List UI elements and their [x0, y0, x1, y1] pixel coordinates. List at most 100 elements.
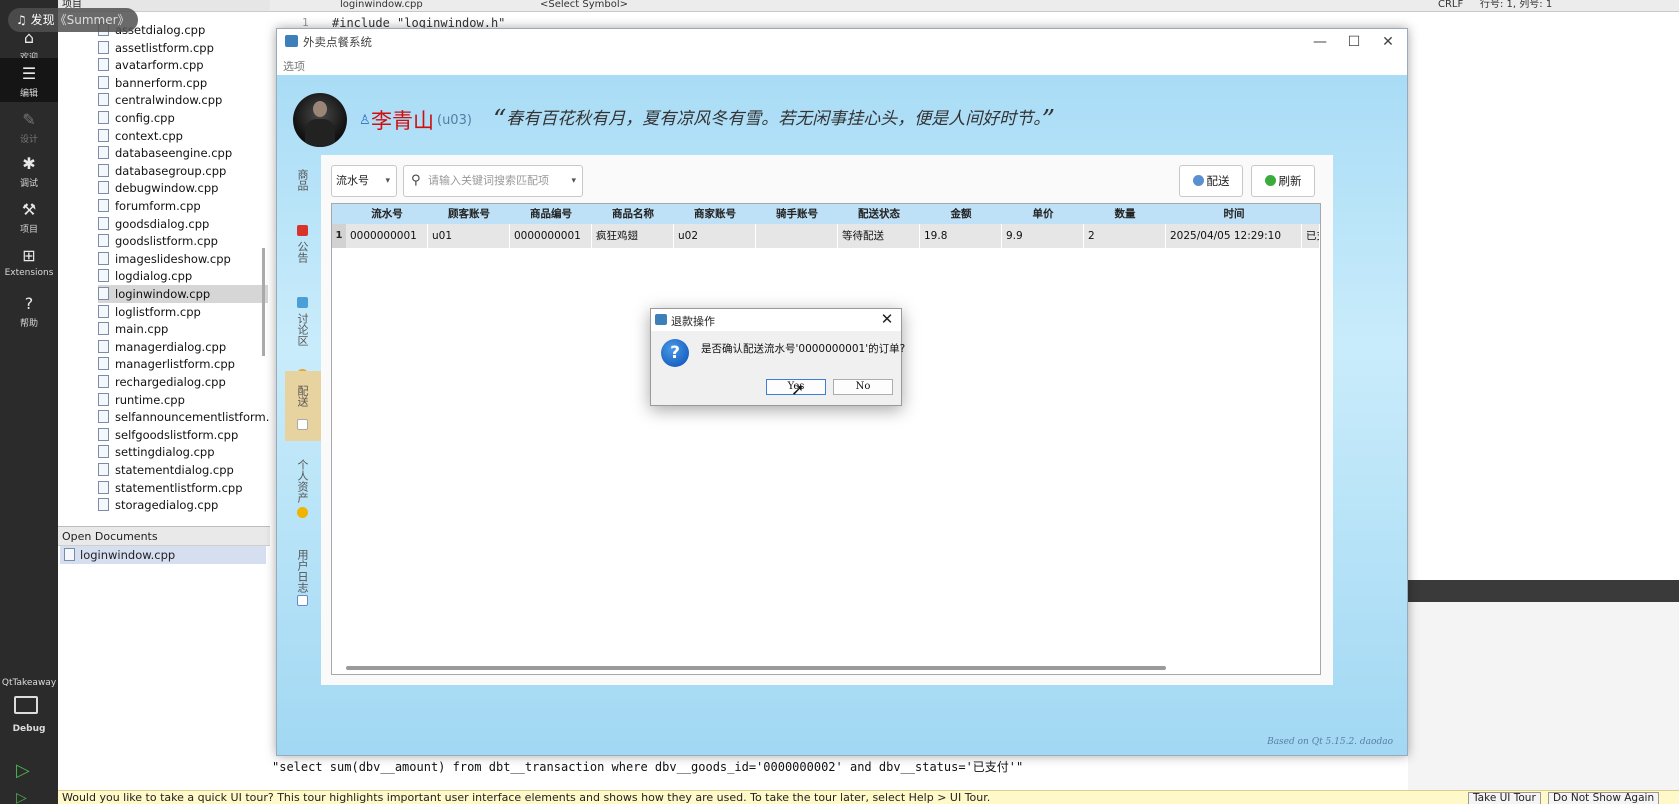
project-file-item[interactable]: logdialog.cpp: [98, 267, 268, 285]
cpp-file-icon: [98, 427, 109, 441]
search-input[interactable]: ⚲ 请输入关键词搜索匹配项 ▾: [403, 165, 583, 197]
project-file-item[interactable]: managerdialog.cpp: [98, 338, 268, 356]
project-file-item[interactable]: forumform.cpp: [98, 197, 268, 215]
mode-debug[interactable]: ✱ 调试: [0, 148, 58, 192]
cpp-file-icon: [98, 445, 109, 459]
project-file-item[interactable]: debugwindow.cpp: [98, 179, 268, 197]
symbol-selector[interactable]: <Select Symbol>: [540, 0, 628, 10]
cpp-file-icon: [98, 234, 109, 248]
column-header[interactable]: 骑手账号: [756, 204, 838, 224]
project-file-item[interactable]: main.cpp: [98, 320, 268, 338]
column-header[interactable]: 数量: [1084, 204, 1166, 224]
table-cell[interactable]: 0000000001: [510, 224, 592, 248]
user-id: (u03): [437, 113, 472, 128]
table-cell[interactable]: [756, 224, 838, 248]
project-file-item[interactable]: context.cpp: [98, 127, 268, 145]
menu-options[interactable]: 选项: [283, 58, 305, 74]
cpp-file-icon: [98, 128, 109, 142]
column-header[interactable]: 顾客账号: [428, 204, 510, 224]
project-file-item[interactable]: storagedialog.cpp: [98, 496, 268, 514]
project-file-item[interactable]: settingdialog.cpp: [98, 443, 268, 461]
open-document-item[interactable]: loginwindow.cpp: [60, 546, 266, 564]
table-cell[interactable]: 已支: [1302, 224, 1320, 248]
column-header[interactable]: 商品名称: [592, 204, 674, 224]
table-cell[interactable]: 2: [1084, 224, 1166, 248]
project-file-item[interactable]: goodslistform.cpp: [98, 232, 268, 250]
tab-delivery[interactable]: 配送: [285, 371, 321, 441]
table-cell[interactable]: 9.9: [1002, 224, 1084, 248]
cpp-file-icon: [98, 216, 109, 230]
project-file-item[interactable]: databasegroup.cpp: [98, 162, 268, 180]
project-file-item[interactable]: managerlistform.cpp: [98, 355, 268, 373]
table-horizontal-scrollbar[interactable]: [346, 666, 1166, 670]
column-header[interactable]: 流水号: [346, 204, 428, 224]
column-header[interactable]: 金额: [920, 204, 1002, 224]
take-ui-tour-button[interactable]: Take UI Tour: [1468, 792, 1541, 804]
table-cell[interactable]: u02: [674, 224, 756, 248]
project-tree[interactable]: assetdialog.cpp assetlistform.cpp avatarfo…: [58, 12, 270, 524]
project-file-item[interactable]: config.cpp: [98, 109, 268, 127]
project-file-item[interactable]: goodsdialog.cpp: [98, 215, 268, 233]
project-file-item[interactable]: assetlistform.cpp: [98, 39, 268, 57]
project-file-item[interactable]: statementdialog.cpp: [98, 461, 268, 479]
close-button[interactable]: ✕: [1373, 32, 1403, 52]
project-file-item[interactable]: selfannouncementlistform.c: [98, 408, 270, 426]
project-file-item[interactable]: selfgoodslistform.cpp: [98, 426, 268, 444]
avatar[interactable]: [293, 93, 347, 147]
side-tabs: 商品 公告 讨论区 配送 个人资产 用户日志: [285, 155, 321, 755]
app-title: 外卖点餐系统: [303, 35, 372, 49]
project-file-item[interactable]: runtime.cpp: [98, 391, 268, 409]
project-file-item[interactable]: statementlistform.cpp: [98, 479, 268, 497]
line-ending[interactable]: CRLF: [1438, 0, 1463, 10]
column-header[interactable]: 时间: [1166, 204, 1302, 224]
project-file-item[interactable]: loginwindow.cpp: [98, 285, 268, 303]
table-cell[interactable]: 0000000001: [346, 224, 428, 248]
app-titlebar: 外卖点餐系统 — ☐ ✕: [277, 29, 1407, 55]
tree-scrollbar[interactable]: [262, 248, 265, 356]
tab-personal-assets[interactable]: 个人资产: [285, 445, 321, 537]
music-note-icon: ♫: [16, 13, 27, 27]
cpp-file-icon: [98, 375, 109, 388]
column-header[interactable]: 商家账号: [674, 204, 756, 224]
table-cell[interactable]: 疯狂鸡翅: [592, 224, 674, 248]
maximize-button[interactable]: ☐: [1339, 32, 1369, 52]
project-file-item[interactable]: loglistform.cpp: [98, 303, 268, 321]
project-file-item[interactable]: avatarform.cpp: [98, 56, 268, 74]
project-file-item[interactable]: imageslideshow.cpp: [98, 250, 268, 268]
no-button[interactable]: No: [833, 379, 893, 395]
mode-edit[interactable]: ☰ 编辑: [0, 58, 58, 102]
cpp-file-icon: [98, 463, 109, 476]
cpp-file-icon: [98, 287, 109, 300]
table-cell[interactable]: u01: [428, 224, 510, 248]
filter-field-select[interactable]: 流水号 ▾: [331, 165, 397, 197]
help-icon: ?: [24, 294, 34, 313]
mode-project[interactable]: ⚒ 项目: [0, 194, 58, 238]
music-badge[interactable]: ♫ 发现《Summer》: [8, 8, 138, 32]
minimize-button[interactable]: —: [1305, 32, 1335, 52]
deliver-button[interactable]: 配送: [1179, 165, 1243, 197]
column-header[interactable]: 单价: [1002, 204, 1084, 224]
tab-user-log[interactable]: 用户日志: [285, 535, 321, 627]
mode-help[interactable]: ? 帮助: [0, 288, 58, 332]
table-cell[interactable]: 19.8: [920, 224, 1002, 248]
table-cell[interactable]: 2025/04/05 12:29:10: [1166, 224, 1302, 248]
project-file-item[interactable]: centralwindow.cpp: [98, 91, 268, 109]
editor-file-tab[interactable]: loginwindow.cpp: [340, 0, 423, 10]
mode-extensions[interactable]: ⊞ Extensions: [0, 240, 58, 284]
row-index[interactable]: 1: [332, 224, 346, 248]
project-file-item[interactable]: bannerform.cpp: [98, 74, 268, 92]
do-not-show-again-button[interactable]: Do Not Show Again: [1548, 792, 1660, 804]
refresh-button[interactable]: 刷新: [1251, 165, 1315, 197]
mode-design[interactable]: ✎ 设计: [0, 104, 58, 148]
table-row[interactable]: 1 0000000001 u01 0000000001 疯狂鸡翅 u02 等待配…: [332, 224, 1320, 248]
coin-icon: [297, 507, 308, 518]
project-file-item[interactable]: databaseengine.cpp: [98, 144, 268, 162]
app-logo-icon: [655, 314, 667, 325]
monitor-icon[interactable]: [14, 696, 38, 714]
close-icon[interactable]: ✕: [879, 310, 895, 328]
run-icon[interactable]: ▷: [16, 760, 30, 781]
column-header[interactable]: 商品编号: [510, 204, 592, 224]
project-file-item[interactable]: rechargedialog.cpp: [98, 373, 268, 391]
column-header[interactable]: 配送状态: [838, 204, 920, 224]
table-cell[interactable]: 等待配送: [838, 224, 920, 248]
